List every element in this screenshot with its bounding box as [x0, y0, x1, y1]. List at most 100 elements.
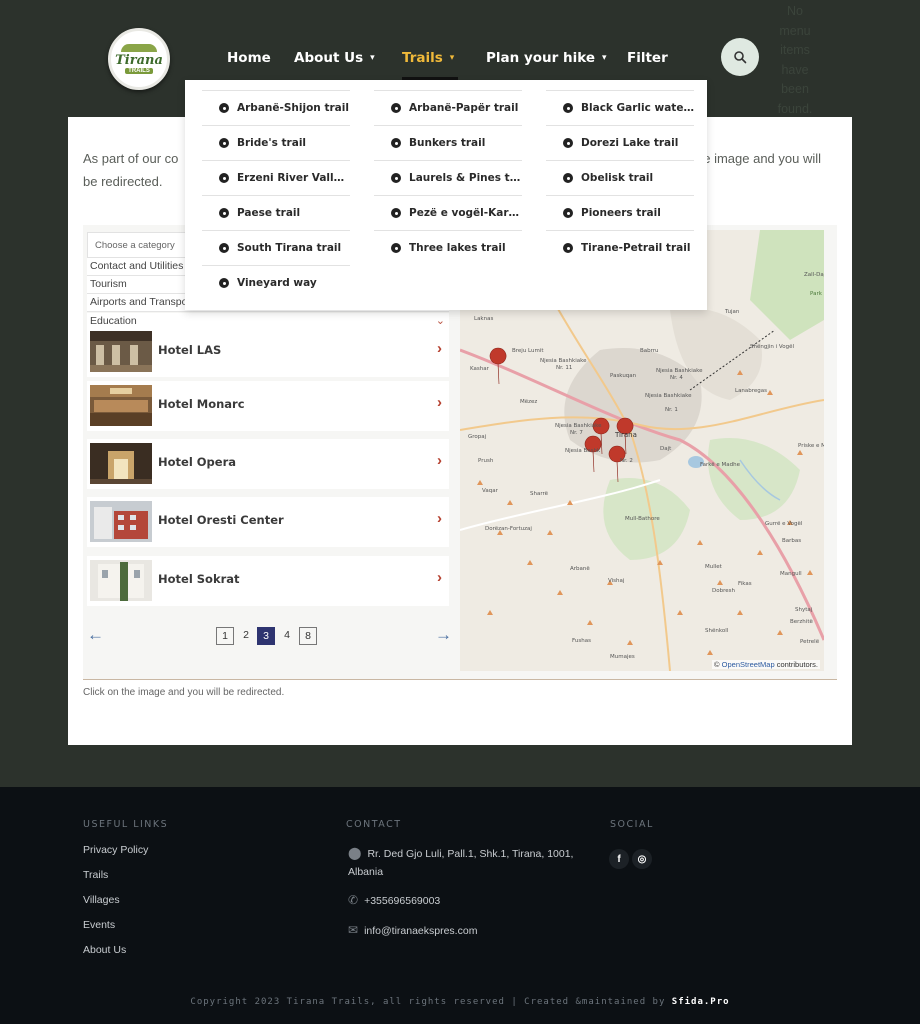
- footer-link[interactable]: Trails: [83, 869, 108, 881]
- hotel-name: Hotel Monarc: [158, 397, 245, 411]
- svg-text:Berzhitë: Berzhitë: [790, 619, 813, 625]
- dropdown-item-label: Arbanë-Papër trail: [409, 102, 519, 114]
- svg-text:Farkë e Madhe: Farkë e Madhe: [700, 462, 741, 468]
- creator-link[interactable]: Sfida.Pro: [672, 997, 730, 1007]
- dropdown-item[interactable]: Obelisk trail: [546, 160, 694, 195]
- copyright-text: Copyright 2023 Tirana Trails, all rights…: [0, 997, 920, 1007]
- address-line-2: Albania: [348, 866, 384, 878]
- bullet-icon: [391, 138, 401, 148]
- chevron-right-icon: ›: [437, 394, 442, 411]
- social-heading: SOCIAL: [610, 819, 654, 830]
- contact-email[interactable]: ✉ info@tiranaekspres.com: [348, 921, 477, 940]
- dropdown-item[interactable]: Black Garlic waterfall t...: [546, 90, 694, 125]
- svg-text:Sharrë: Sharrë: [530, 491, 549, 497]
- dropdown-item[interactable]: Laurels & Pines trail: [374, 160, 522, 195]
- nav-filter[interactable]: Filter: [627, 50, 668, 66]
- svg-text:Babrru: Babrru: [640, 348, 659, 354]
- site-footer: USEFUL LINKS Privacy Policy Trails Villa…: [0, 787, 920, 1024]
- svg-text:Zall-Dajt: Zall-Dajt: [804, 272, 824, 278]
- hotel-thumbnail: [90, 560, 152, 601]
- dropdown-item[interactable]: Arbanë-Papër trail: [374, 90, 522, 125]
- list-item[interactable]: Hotel Oresti Center ›: [87, 497, 449, 547]
- footer-link[interactable]: About Us: [83, 944, 126, 956]
- page-4-button[interactable]: 4: [278, 627, 296, 645]
- svg-text:Priske e Madhe: Priske e Madhe: [798, 443, 824, 449]
- instagram-icon[interactable]: ◎: [632, 849, 652, 869]
- dropdown-item[interactable]: Erzeni River Valley trail: [202, 160, 350, 195]
- hotel-name: Hotel Sokrat: [158, 572, 240, 586]
- svg-text:Prush: Prush: [478, 458, 494, 464]
- dropdown-item[interactable]: Pezë e vogël-Karinë trail: [374, 195, 522, 230]
- nav-about-us[interactable]: About Us ▾: [294, 50, 375, 66]
- nav-home-label: Home: [227, 50, 271, 66]
- svg-text:Kashar: Kashar: [470, 366, 490, 372]
- arrow-left-icon[interactable]: ←: [87, 625, 104, 645]
- nav-home[interactable]: Home: [227, 50, 271, 66]
- page-8-button[interactable]: 8: [299, 627, 317, 645]
- dropdown-item[interactable]: Vineyard way: [202, 265, 350, 300]
- nav-trails[interactable]: Trails ▾: [402, 50, 454, 66]
- svg-text:Arbanë: Arbanë: [570, 566, 590, 572]
- bullet-icon: [391, 208, 401, 218]
- dropdown-item[interactable]: Paese trail: [202, 195, 350, 230]
- svg-text:Njesia Bashkiake: Njesia Bashkiake: [555, 423, 602, 429]
- nav-plan-your-hike[interactable]: Plan your hike ▾: [486, 50, 607, 66]
- bullet-icon: [563, 138, 573, 148]
- mail-icon: ✉: [348, 923, 359, 937]
- dropdown-item[interactable]: Tirane-Petrail trail: [546, 230, 694, 265]
- dropdown-item-label: Pioneers trail: [581, 207, 661, 219]
- chevron-right-icon: ›: [437, 569, 442, 586]
- contact-phone[interactable]: ✆ +355696569003: [348, 891, 440, 910]
- search-icon: [734, 51, 747, 64]
- svg-text:Dajt: Dajt: [660, 446, 672, 452]
- phone-number: +355696569003: [364, 895, 441, 907]
- page-1-button[interactable]: 1: [216, 627, 234, 645]
- list-item[interactable]: Hotel Sokrat ›: [87, 556, 449, 606]
- dropdown-item-label: Laurels & Pines trail: [409, 172, 522, 184]
- dropdown-item[interactable]: Dorezi Lake trail: [546, 125, 694, 160]
- dropdown-item[interactable]: Three lakes trail: [374, 230, 522, 265]
- svg-text:Njesia Bashk: Njesia Bashk: [565, 448, 601, 454]
- chevron-down-icon: ▾: [370, 53, 375, 63]
- dropdown-item-label: Bunkers trail: [409, 137, 486, 149]
- hotel-thumbnail: [90, 385, 152, 426]
- arrow-right-icon[interactable]: →: [435, 625, 452, 645]
- page-3-button[interactable]: 3: [257, 627, 275, 645]
- dropdown-item-label: Paese trail: [237, 207, 301, 219]
- bullet-icon: [563, 103, 573, 113]
- footer-link[interactable]: Events: [83, 919, 115, 931]
- map-attribution: © OpenStreetMap contributors.: [712, 660, 820, 669]
- svg-text:Dorëzan-Fortuzaj: Dorëzan-Fortuzaj: [485, 526, 532, 532]
- contact-address: ⬤ Rr. Ded Gjo Luli, Pall.1, Shk.1, Tirana…: [348, 844, 573, 881]
- facebook-icon[interactable]: f: [609, 849, 629, 869]
- copyright-main: Copyright 2023 Tirana Trails, all rights…: [190, 997, 666, 1007]
- dropdown-item[interactable]: South Tirana trail: [202, 230, 350, 265]
- chevron-right-icon: ›: [437, 452, 442, 469]
- phone-icon: ✆: [348, 893, 359, 907]
- svg-text:Dobresh: Dobresh: [712, 588, 735, 594]
- dropdown-item[interactable]: Bunkers trail: [374, 125, 522, 160]
- site-logo[interactable]: Tirana TRAILS: [108, 28, 170, 90]
- dropdown-item-label: Three lakes trail: [409, 242, 506, 254]
- dropdown-item-label: Pezë e vogël-Karinë trail: [409, 207, 522, 219]
- list-item[interactable]: Hotel LAS ›: [87, 327, 449, 377]
- footer-link[interactable]: Privacy Policy: [83, 844, 148, 856]
- intro-start: As part of our co: [83, 151, 179, 166]
- list-item[interactable]: Hotel Monarc ›: [87, 381, 449, 431]
- osm-link[interactable]: OpenStreetMap: [722, 660, 775, 669]
- dropdown-item[interactable]: Arbanë-Shijon trail: [202, 90, 350, 125]
- hotel-thumbnail: [90, 443, 152, 484]
- svg-text:Barbas: Barbas: [782, 538, 801, 544]
- svg-text:Njesia Bashkiake: Njesia Bashkiake: [656, 368, 703, 374]
- dropdown-item[interactable]: Bride's trail: [202, 125, 350, 160]
- footer-link[interactable]: Villages: [83, 894, 120, 906]
- dropdown-item[interactable]: Pioneers trail: [546, 195, 694, 230]
- list-item[interactable]: Hotel Opera ›: [87, 439, 449, 489]
- dropdown-item-label: Vineyard way: [237, 277, 317, 289]
- page-2-button[interactable]: 2: [237, 627, 255, 645]
- map-caption: Click on the image and you will be redir…: [83, 687, 285, 698]
- search-button[interactable]: [721, 38, 759, 76]
- chevron-down-icon: ▾: [602, 53, 607, 63]
- svg-text:Njesia Bashkiake: Njesia Bashkiake: [645, 393, 692, 399]
- chevron-down-icon: ⌄: [435, 315, 445, 327]
